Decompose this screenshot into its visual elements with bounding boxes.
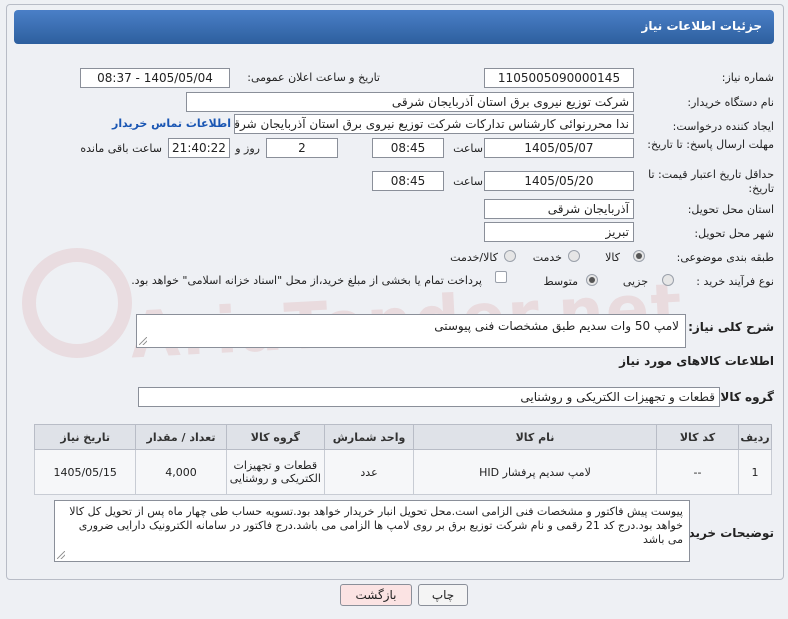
page-title: جزئیات اطلاعات نیاز bbox=[641, 19, 762, 33]
resize-grip-icon[interactable] bbox=[57, 551, 65, 559]
process-radio-medium[interactable] bbox=[586, 274, 598, 286]
category-label: طبقه بندی موضوعی: bbox=[676, 251, 774, 264]
need-number-label: شماره نیاز: bbox=[721, 71, 774, 84]
back-button[interactable]: بازگشت bbox=[340, 584, 412, 606]
deadline-date-field: 1405/05/07 bbox=[484, 138, 634, 158]
process-option-minor: جزیی bbox=[622, 275, 648, 288]
resize-grip-icon[interactable] bbox=[139, 337, 147, 345]
validity-date-field: 1405/05/20 bbox=[484, 171, 634, 191]
th-name: نام کالا bbox=[413, 424, 657, 450]
deadline-label: مهلت ارسال پاسخ: تا تاریخ: bbox=[647, 138, 774, 151]
goods-group-field: قطعات و تجهیزات الکتریکی و روشنایی bbox=[138, 387, 720, 407]
category-option-goods: کالا bbox=[605, 251, 620, 264]
province-label: استان محل تحویل: bbox=[687, 203, 774, 216]
description-label: شرح کلی نیاز: bbox=[688, 320, 774, 334]
cell-name: لامپ سدیم پرفشار HID bbox=[413, 449, 657, 495]
th-group: گروه کالا bbox=[225, 424, 326, 450]
goods-group-label: گروه کالا: bbox=[715, 390, 774, 404]
cell-index: 1 bbox=[738, 449, 772, 495]
category-radio-both[interactable] bbox=[504, 250, 516, 262]
th-index: ردیف bbox=[738, 424, 772, 450]
process-option-medium: متوسط bbox=[543, 275, 578, 288]
buyer-notes-text: پیوست پیش فاکتور و مشخصات فنی الزامی است… bbox=[69, 505, 683, 546]
cell-unit: عدد bbox=[324, 449, 415, 495]
days-field: 2 bbox=[266, 138, 338, 158]
validity-time-label: ساعت bbox=[453, 175, 483, 188]
table-row: 1 -- لامپ سدیم پرفشار HID عدد قطعات و تج… bbox=[33, 449, 772, 495]
cell-qty: 4,000 bbox=[135, 449, 227, 495]
process-label: نوع فرآیند خرید : bbox=[696, 275, 774, 288]
announce-label: تاریخ و ساعت اعلان عمومی: bbox=[247, 71, 380, 84]
category-radio-service[interactable] bbox=[568, 250, 580, 262]
category-option-service: خدمت bbox=[532, 251, 562, 264]
validity-time-field: 08:45 bbox=[372, 171, 444, 191]
description-text: لامپ 50 وات سدیم طبق مشخصات فنی پیوستی bbox=[434, 319, 679, 333]
th-unit: واحد شمارش bbox=[324, 424, 415, 450]
th-code: کد کالا bbox=[655, 424, 740, 450]
payment-note: پرداخت تمام یا بخشی از مبلغ خرید،از محل … bbox=[131, 274, 482, 287]
announce-field: 1405/05/04 - 08:37 bbox=[80, 68, 230, 88]
days-label: روز و bbox=[235, 142, 260, 155]
goods-section-title: اطلاعات کالاهای مورد نیاز bbox=[619, 354, 774, 368]
table-header-row: ردیف کد کالا نام کالا واحد شمارش گروه کا… bbox=[33, 424, 772, 450]
remaining-time-field: 21:40:22 bbox=[168, 138, 230, 158]
need-number-field: 1105005090000145 bbox=[484, 68, 634, 88]
requester-field: ندا محررنوائی کارشناس تدارکات شرکت توزیع… bbox=[234, 114, 634, 134]
cell-code: -- bbox=[655, 449, 740, 495]
category-radio-goods[interactable] bbox=[633, 250, 645, 262]
province-field: آذربایجان شرقی bbox=[484, 199, 634, 219]
items-table: ردیف کد کالا نام کالا واحد شمارش گروه کا… bbox=[33, 424, 772, 495]
remaining-label: ساعت باقی مانده bbox=[80, 142, 162, 155]
th-date: تاریخ نیاز bbox=[33, 424, 137, 450]
validity-label: حداقل تاریخ اعتبار قیمت: تا تاریخ: bbox=[648, 168, 774, 195]
deadline-time-label: ساعت bbox=[453, 142, 483, 155]
th-qty: تعداد / مقدار bbox=[135, 424, 227, 450]
buyer-org-field: شرکت توزیع نیروی برق استان آذربایجان شرق… bbox=[186, 92, 634, 112]
description-field: لامپ 50 وات سدیم طبق مشخصات فنی پیوستی bbox=[136, 314, 686, 348]
deadline-time-field: 08:45 bbox=[372, 138, 444, 158]
city-field: تبریز bbox=[484, 222, 634, 242]
requester-label: ایجاد کننده درخواست: bbox=[672, 120, 774, 133]
print-button[interactable]: چاپ bbox=[418, 584, 468, 606]
cell-date: 1405/05/15 bbox=[33, 449, 137, 495]
city-label: شهر محل تحویل: bbox=[694, 227, 774, 240]
page-header: جزئیات اطلاعات نیاز bbox=[14, 10, 774, 44]
watermark-logo-icon bbox=[22, 248, 132, 358]
buyer-notes-field: پیوست پیش فاکتور و مشخصات فنی الزامی است… bbox=[54, 500, 690, 562]
process-radio-minor[interactable] bbox=[662, 274, 674, 286]
cell-group: قطعات و تجهیزات الکتریکی و روشنایی bbox=[225, 449, 326, 495]
payment-checkbox[interactable] bbox=[495, 271, 507, 283]
category-option-both: کالا/خدمت bbox=[450, 251, 498, 264]
contact-info-link[interactable]: اطلاعات تماس خریدار bbox=[112, 117, 231, 130]
buyer-org-label: نام دستگاه خریدار: bbox=[687, 96, 774, 109]
